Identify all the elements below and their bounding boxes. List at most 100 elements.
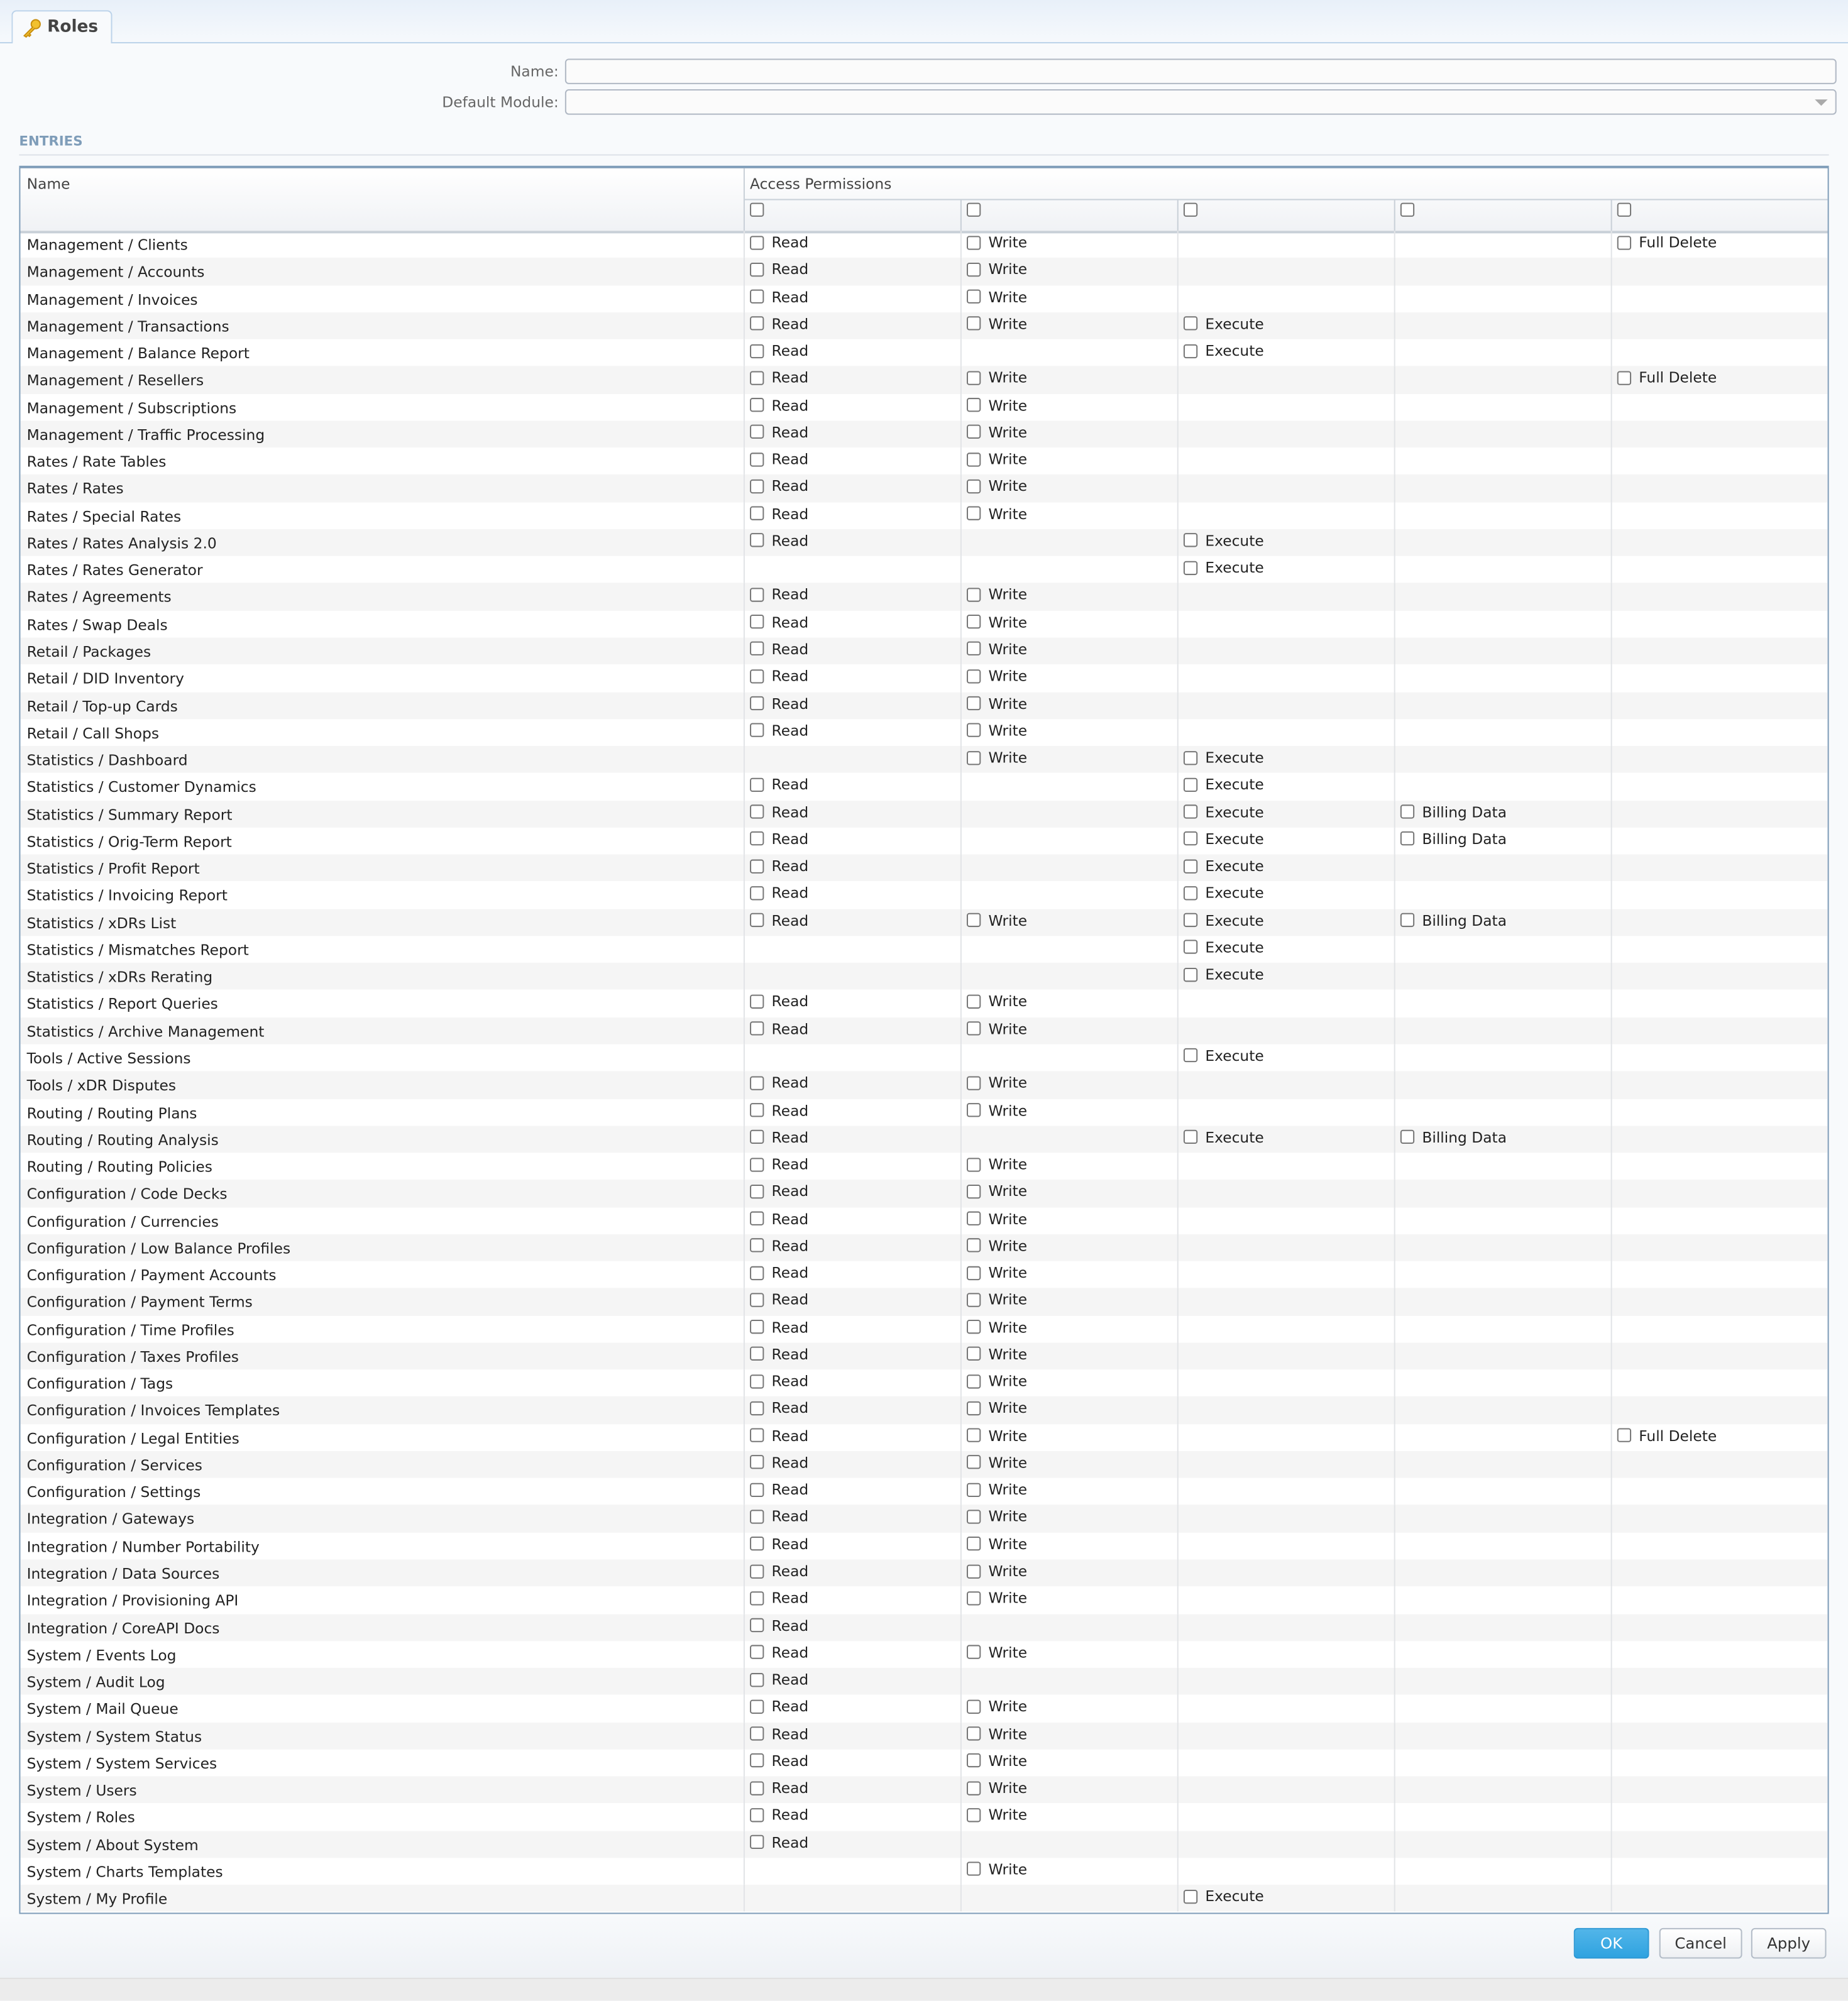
permission-read[interactable]: Read [750, 396, 808, 414]
default-module-select[interactable] [564, 89, 1837, 115]
permission-write[interactable]: Write [966, 1182, 1027, 1200]
permission-write[interactable]: Write [966, 1535, 1027, 1553]
permission-checkbox[interactable] [966, 1320, 981, 1334]
permission-checkbox[interactable] [750, 1537, 764, 1551]
permission-read[interactable]: Read [750, 857, 808, 875]
permission-checkbox[interactable] [966, 696, 981, 711]
permission-write[interactable]: Write [966, 288, 1027, 305]
permission-checkbox[interactable] [966, 1591, 981, 1606]
permission-checkbox[interactable] [966, 1184, 981, 1198]
permission-checkbox[interactable] [966, 1265, 981, 1280]
permission-read[interactable]: Read [750, 1155, 808, 1173]
permission-checkbox[interactable] [966, 1428, 981, 1443]
permission-execute[interactable]: Execute [1183, 1047, 1264, 1065]
permission-billing-data[interactable]: Billing Data [1400, 803, 1507, 821]
permission-read[interactable]: Read [750, 1535, 808, 1553]
permission-checkbox[interactable] [750, 1265, 764, 1280]
permission-checkbox[interactable] [750, 1157, 764, 1171]
permission-write[interactable]: Write [966, 315, 1027, 332]
permission-checkbox[interactable] [750, 1807, 764, 1823]
permission-checkbox[interactable] [750, 777, 764, 792]
permission-write[interactable]: Write [966, 1724, 1027, 1743]
select-all-column-checkbox[interactable] [750, 202, 764, 217]
permission-execute[interactable]: Execute [1183, 830, 1264, 848]
select-all-column-checkbox[interactable] [1400, 202, 1415, 217]
permission-write[interactable]: Write [966, 911, 1027, 929]
permission-checkbox[interactable] [750, 1021, 764, 1036]
apply-button[interactable]: Apply [1751, 1927, 1827, 1959]
permission-read[interactable]: Read [750, 992, 808, 1011]
permission-write[interactable]: Write [966, 478, 1027, 495]
permission-checkbox[interactable] [966, 1645, 981, 1660]
permission-checkbox[interactable] [750, 1699, 764, 1714]
permission-checkbox[interactable] [750, 1618, 764, 1633]
permission-read[interactable]: Read [750, 1697, 808, 1716]
permission-read[interactable]: Read [750, 1373, 808, 1390]
permission-checkbox[interactable] [750, 1672, 764, 1687]
permission-write[interactable]: Write [966, 505, 1027, 522]
permission-checkbox[interactable] [966, 479, 981, 494]
permission-checkbox[interactable] [966, 316, 981, 331]
permission-execute[interactable]: Execute [1183, 1887, 1264, 1905]
permission-read[interactable]: Read [750, 721, 808, 739]
permission-checkbox[interactable] [750, 642, 764, 656]
permission-checkbox[interactable] [750, 398, 764, 412]
permission-write[interactable]: Write [966, 1427, 1027, 1444]
permission-checkbox[interactable] [966, 371, 981, 385]
permission-read[interactable]: Read [750, 478, 808, 495]
permission-checkbox[interactable] [1183, 533, 1198, 548]
permission-checkbox[interactable] [966, 1699, 981, 1714]
permission-read[interactable]: Read [750, 1616, 808, 1634]
permission-checkbox[interactable] [1183, 804, 1198, 819]
permission-read[interactable]: Read [750, 1508, 808, 1526]
permission-read[interactable]: Read [750, 1833, 808, 1851]
permission-read[interactable]: Read [750, 1806, 808, 1824]
permission-checkbox[interactable] [750, 235, 764, 249]
permission-checkbox[interactable] [966, 1780, 981, 1795]
permission-write[interactable]: Write [966, 1589, 1027, 1607]
permission-checkbox[interactable] [1183, 343, 1198, 358]
permission-execute[interactable]: Execute [1183, 748, 1264, 767]
permission-execute[interactable]: Execute [1183, 776, 1264, 794]
cancel-button[interactable]: Cancel [1659, 1927, 1742, 1959]
permission-checkbox[interactable] [966, 588, 981, 602]
permission-write[interactable]: Write [966, 1074, 1027, 1092]
permission-execute[interactable]: Execute [1183, 559, 1264, 576]
permission-read[interactable]: Read [750, 1589, 808, 1607]
permission-checkbox[interactable] [1183, 858, 1198, 874]
permission-checkbox[interactable] [750, 1753, 764, 1768]
permission-write[interactable]: Write [966, 1643, 1027, 1661]
permission-checkbox[interactable] [966, 1483, 981, 1497]
permission-checkbox[interactable] [750, 1103, 764, 1117]
permission-read[interactable]: Read [750, 532, 808, 549]
permission-checkbox[interactable] [966, 398, 981, 412]
permission-checkbox[interactable] [966, 289, 981, 304]
permission-read[interactable]: Read [750, 1318, 808, 1336]
permission-checkbox[interactable] [966, 1456, 981, 1470]
permission-checkbox[interactable] [750, 1075, 764, 1090]
permission-checkbox[interactable] [966, 642, 981, 656]
permission-write[interactable]: Write [966, 667, 1027, 685]
permission-read[interactable]: Read [750, 1670, 808, 1689]
permission-checkbox[interactable] [1183, 967, 1198, 982]
permission-read[interactable]: Read [750, 586, 808, 604]
permission-read[interactable]: Read [750, 450, 808, 468]
permission-full-delete[interactable]: Full Delete [1617, 1427, 1717, 1444]
permission-checkbox[interactable] [1183, 1048, 1198, 1063]
permission-execute[interactable]: Execute [1183, 342, 1264, 359]
permission-read[interactable]: Read [750, 1752, 808, 1770]
permission-read[interactable]: Read [750, 613, 808, 631]
permission-write[interactable]: Write [966, 1752, 1027, 1770]
permission-read[interactable]: Read [750, 776, 808, 794]
permission-checkbox[interactable] [966, 1537, 981, 1551]
permission-read[interactable]: Read [750, 1345, 808, 1363]
tab-roles[interactable]: Roles [11, 10, 113, 43]
permission-checkbox[interactable] [750, 696, 764, 711]
permission-checkbox[interactable] [1400, 1130, 1415, 1144]
permission-checkbox[interactable] [966, 750, 981, 765]
permission-checkbox[interactable] [750, 1347, 764, 1361]
name-input[interactable] [564, 58, 1837, 84]
permission-read[interactable]: Read [750, 260, 808, 278]
permission-checkbox[interactable] [750, 1401, 764, 1416]
permission-checkbox[interactable] [750, 1645, 764, 1660]
